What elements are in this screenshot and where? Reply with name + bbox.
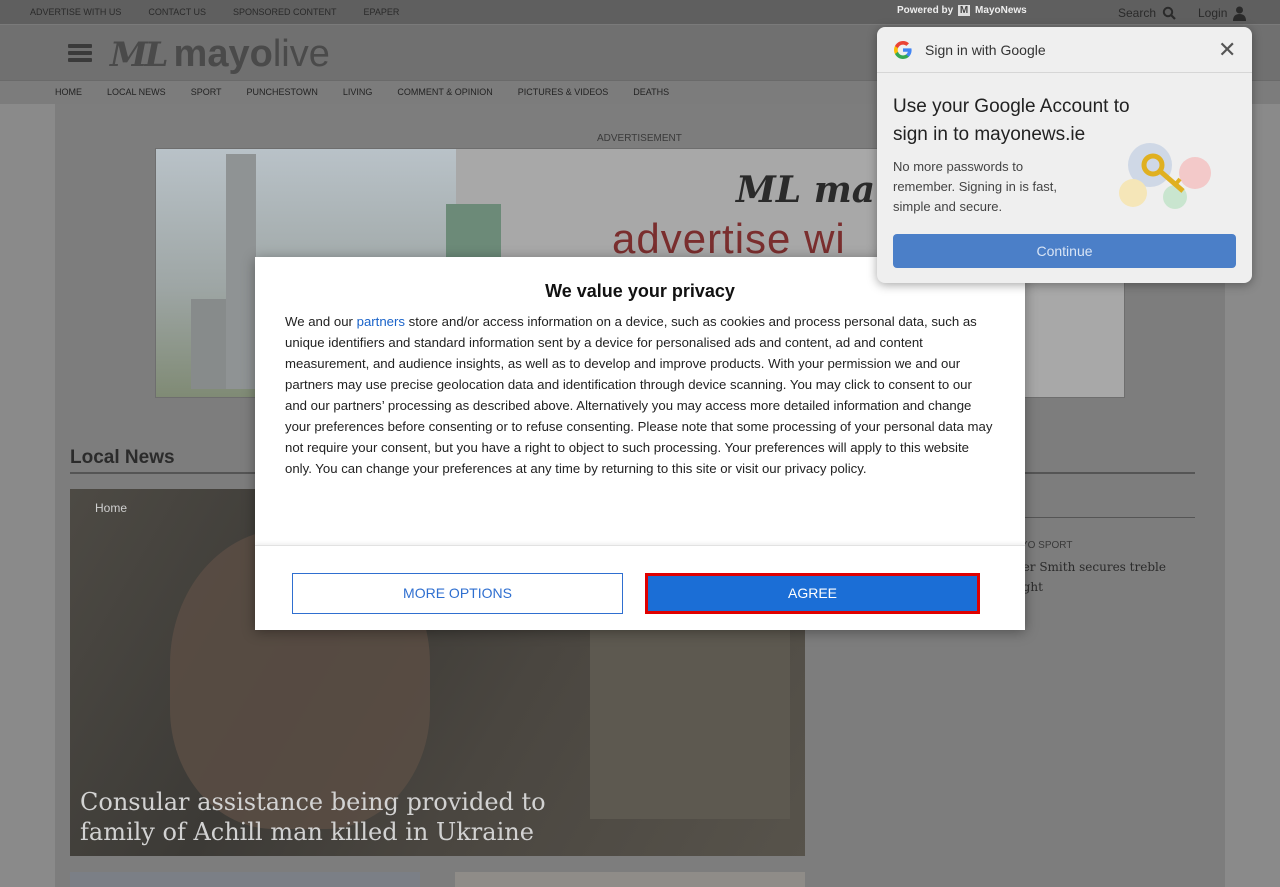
agree-button[interactable]: AGREE [645, 573, 980, 614]
more-options-button[interactable]: MORE OPTIONS [292, 573, 623, 614]
privacy-consent-dialog: We value your privacy We and our partner… [255, 257, 1025, 630]
consent-title: We value your privacy [545, 281, 735, 301]
site-logo[interactable]: ML mayolive [110, 33, 330, 76]
google-prompt-headline: Use your Google Account to sign in to ma… [893, 96, 1130, 145]
top-search[interactable]: Search [1118, 6, 1176, 20]
continue-button[interactable]: Continue [893, 234, 1236, 268]
consent-body-lead: We and our [285, 314, 357, 329]
advertisement-label: ADVERTISEMENT [597, 133, 682, 144]
consent-body: We and our partners store and/or access … [285, 311, 997, 479]
top-bar: ADVERTISE WITH US CONTACT US SPONSORED C… [0, 0, 1280, 25]
article-thumbnail[interactable] [70, 872, 420, 887]
sidebar-headline[interactable]: per Smith secures treble light [1015, 557, 1185, 597]
sidebar-divider [1010, 517, 1195, 518]
top-login[interactable]: Login [1198, 6, 1247, 21]
nav-item-comment-opinion[interactable]: COMMENT & OPINION [397, 87, 492, 97]
nav-item-living[interactable]: LIVING [343, 87, 373, 97]
top-link-epaper[interactable]: EPAPER [364, 7, 400, 17]
consent-footer: MORE OPTIONS AGREE [255, 545, 1025, 630]
search-label: Search [1118, 6, 1157, 20]
google-prompt-description: No more passwords to remember. Signing i… [893, 159, 1058, 214]
hero-headline[interactable]: Consular assistance being provided to fa… [80, 787, 600, 847]
nav-item-pictures-videos[interactable]: PICTURES & VIDEOS [518, 87, 609, 97]
powered-by-brand: MayoNews [975, 5, 1027, 16]
google-sign-in-prompt: Sign in with Google ✕ Use your Google Ac… [877, 27, 1252, 283]
top-links: ADVERTISE WITH US CONTACT US SPONSORED C… [30, 7, 426, 17]
google-logo-icon [894, 41, 912, 59]
search-icon [1162, 6, 1176, 20]
hero-photo-background [590, 619, 790, 819]
nav-item-home[interactable]: HOME [55, 87, 82, 97]
logo-mark: ML [110, 35, 169, 75]
login-label: Login [1198, 6, 1228, 20]
google-prompt-title: Sign in with Google [925, 42, 1046, 58]
nav-item-deaths[interactable]: DEATHS [633, 87, 669, 97]
top-link-contact[interactable]: CONTACT US [148, 7, 206, 17]
nav-item-punchestown[interactable]: PUNCHESTOWN [247, 87, 318, 97]
hero-breadcrumb[interactable]: Home [95, 501, 127, 515]
google-prompt-header: Sign in with Google ✕ [877, 27, 1252, 73]
close-icon[interactable]: ✕ [1218, 37, 1236, 63]
nav-item-local-news[interactable]: LOCAL NEWS [107, 87, 166, 97]
menu-icon[interactable] [68, 44, 92, 62]
key-illustration-icon [1119, 143, 1211, 209]
advert-logo: ML ma [736, 169, 876, 211]
consent-body-text: store and/or access information on a dev… [285, 314, 993, 476]
powered-by-label: Powered by [897, 5, 954, 16]
section-title: Local News [70, 447, 175, 468]
advert-tagline: advertise wi [612, 215, 846, 262]
mayonews-logo-icon: M [957, 5, 971, 16]
article-thumbnail[interactable] [455, 872, 805, 887]
partners-link[interactable]: partners [357, 314, 405, 329]
powered-by: Powered by M MayoNews [897, 5, 1027, 16]
top-link-advertise[interactable]: ADVERTISE WITH US [30, 7, 121, 17]
user-icon [1233, 6, 1247, 21]
logo-wordmark: mayolive [173, 33, 330, 75]
top-link-sponsored[interactable]: SPONSORED CONTENT [233, 7, 337, 17]
nav-item-sport[interactable]: SPORT [191, 87, 222, 97]
